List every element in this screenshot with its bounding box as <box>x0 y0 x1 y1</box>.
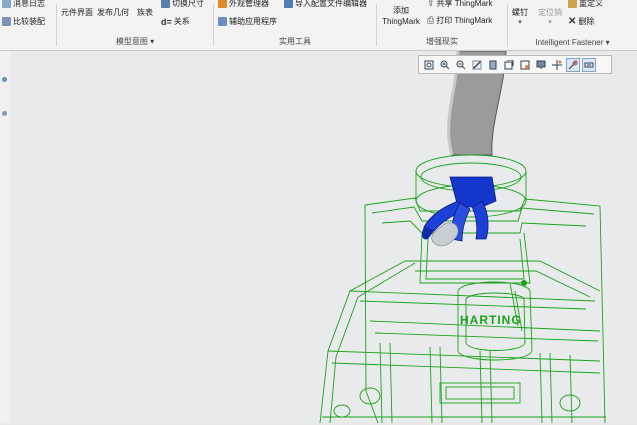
ribbon-group-label: Intelligent Fastener ▾ <box>535 38 610 47</box>
ribbon-group-model-intent: 元件界面 发布几何 族表 切换尺寸 d= 关系 模型意图 ▾ <box>57 0 213 50</box>
zoom-out-icon[interactable] <box>454 58 468 72</box>
share-icon: ⇪ <box>427 0 435 8</box>
publish-geometry-button[interactable]: 发布几何 <box>97 7 129 18</box>
ribbon: 消息日志 比较装配 元件界面 发布几何 族表 切换尺寸 d= 关系 模型意图 ▾ <box>0 0 637 51</box>
print-icon: ⎙ <box>427 15 435 25</box>
ribbon-group-label: 实用工具 <box>279 37 311 46</box>
annotation-display-icon[interactable] <box>582 57 596 72</box>
ribbon-group-label: 模型意图 ▾ <box>115 37 155 46</box>
ribbon-group-label: 增强现实 <box>426 37 458 46</box>
refit-icon[interactable] <box>422 58 436 72</box>
saved-orientations-icon[interactable] <box>502 58 516 72</box>
repaint-icon[interactable] <box>470 58 484 72</box>
component-interface-button[interactable]: 元件界面 <box>61 7 93 18</box>
compare-assembly-button[interactable]: 比较装配 <box>2 16 45 27</box>
view-toolbar <box>418 55 612 74</box>
dimension-icon <box>161 0 170 8</box>
compare-icon <box>2 17 11 26</box>
datum-point-marker <box>521 280 527 286</box>
graphics-viewport[interactable]: HARTING <box>10 50 637 424</box>
message-log-button[interactable]: 消息日志 <box>2 0 45 9</box>
relations-button[interactable]: d= 关系 <box>161 16 190 27</box>
import-profile-editor-button[interactable]: 导入配置文件编辑器 <box>284 0 367 9</box>
datum-display-icon[interactable] <box>550 58 564 72</box>
close-icon: ✕ <box>568 16 577 27</box>
ribbon-group-intelligent-fastener: 螺钉 ▾ 定位销 ▾ 重定义 ✕ 删除 Intelligent Fastener… <box>508 0 637 50</box>
print-thingmark-button[interactable]: ⎙ 打印 ThingMark <box>427 15 492 26</box>
model-tree-icon[interactable] <box>2 77 7 82</box>
screw-button[interactable]: 螺钉 ▾ <box>512 7 528 26</box>
family-table-button[interactable]: 族表 <box>137 7 153 18</box>
log-icon <box>2 0 11 8</box>
redefine-button[interactable]: 重定义 <box>568 0 603 9</box>
zoom-in-icon[interactable] <box>438 58 452 72</box>
ribbon-group-left: 消息日志 比较装配 <box>0 0 56 50</box>
appearance-icon <box>218 0 227 8</box>
ribbon-group-utilities: 外观管理器 辅助应用程序 导入配置文件编辑器 实用工具 <box>214 0 376 50</box>
model-logo-text: HARTING <box>460 313 522 327</box>
model-canvas[interactable]: HARTING <box>10 50 637 424</box>
add-thingmark-button[interactable]: 添加 ThingMark <box>379 5 423 27</box>
chevron-down-icon: ▾ <box>548 19 552 26</box>
delete-button[interactable]: ✕ 删除 <box>568 16 594 27</box>
perspective-icon[interactable] <box>534 58 548 72</box>
view-manager-icon[interactable] <box>518 58 532 72</box>
folder-icon[interactable] <box>2 111 7 116</box>
share-thingmark-button[interactable]: ⇪ 共享 ThingMark <box>427 0 493 9</box>
appearance-manager-button[interactable]: 外观管理器 <box>218 0 269 9</box>
chevron-down-icon: ▾ <box>518 19 522 26</box>
locate-pin-button[interactable]: 定位销 ▾ <box>538 7 562 26</box>
auxiliary-app-icon <box>218 17 227 26</box>
spin-center-icon[interactable] <box>566 57 580 72</box>
relations-icon: d= <box>161 16 172 27</box>
auxiliary-applications-button[interactable]: 辅助应用程序 <box>218 16 277 27</box>
display-style-icon[interactable] <box>486 58 500 72</box>
switch-dimensions-button[interactable]: 切换尺寸 <box>161 0 204 9</box>
gripper <box>421 176 497 242</box>
redefine-icon <box>568 0 577 8</box>
ribbon-group-augmented-reality: 添加 ThingMark ⇪ 共享 ThingMark ⎙ 打印 ThingMa… <box>377 0 507 50</box>
import-profile-icon <box>284 0 293 8</box>
